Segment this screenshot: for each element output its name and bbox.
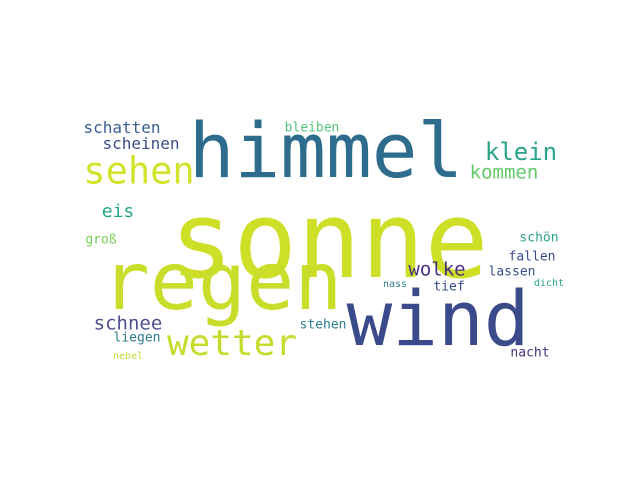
word-dicht: dicht xyxy=(533,278,565,289)
word-wolke: wolke xyxy=(408,258,466,281)
word-klein: klein xyxy=(484,138,558,166)
word-kommen: kommen xyxy=(469,161,539,184)
word-eis: eis xyxy=(101,201,135,222)
word-cloud: sonne himmel regen wind sehen wetter kle… xyxy=(0,0,640,480)
word-nacht: nacht xyxy=(510,345,550,361)
word-regen: regen xyxy=(101,235,343,328)
word-gross: groß xyxy=(85,232,117,248)
word-nebel: nebel xyxy=(112,351,144,362)
word-lassen: lassen xyxy=(488,264,536,280)
word-liegen: liegen xyxy=(113,330,161,346)
word-schoen: schön xyxy=(519,230,559,246)
word-nass: nass xyxy=(382,279,408,290)
word-fallen: fallen xyxy=(508,249,556,265)
word-scheinen: scheinen xyxy=(102,134,180,153)
word-stehen: stehen xyxy=(299,317,347,333)
word-tief: tief xyxy=(433,279,465,295)
word-bleiben: bleiben xyxy=(284,120,340,136)
word-wetter: wetter xyxy=(166,323,298,364)
word-sehen: sehen xyxy=(83,149,195,193)
